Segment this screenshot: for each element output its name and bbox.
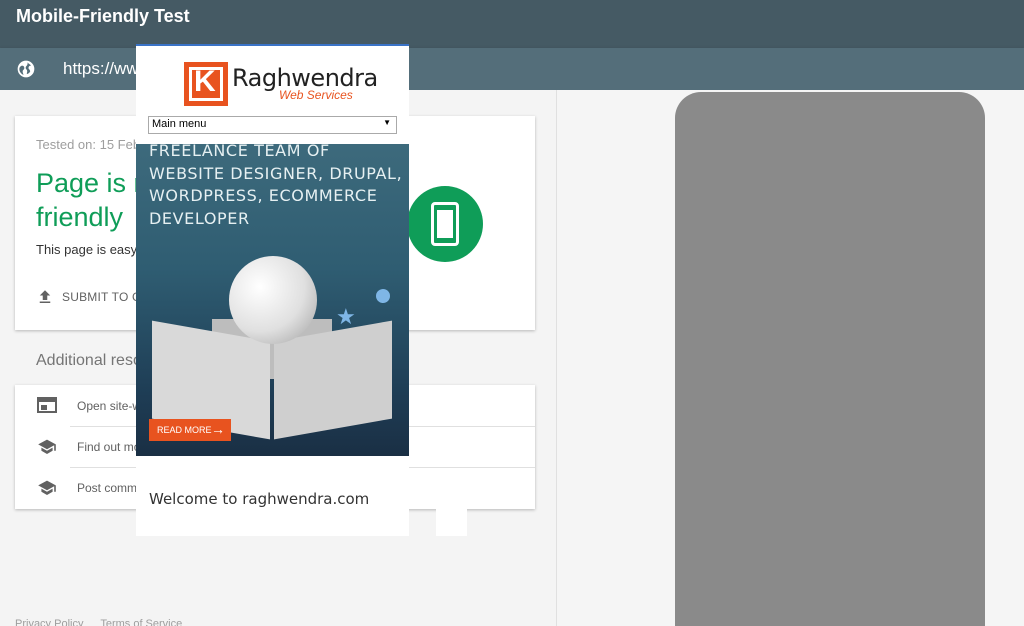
- school-icon: [38, 439, 56, 454]
- read-more-button[interactable]: READ MORE →: [149, 419, 231, 441]
- arrow-right-icon: →: [211, 421, 225, 437]
- site-logo-icon: K: [184, 62, 228, 106]
- app-header: Mobile-Friendly Test: [0, 0, 1024, 48]
- smartphone-icon: [431, 202, 459, 246]
- hero-banner: FREELANCE TEAM OF WEBSITE DESIGNER, DRUP…: [136, 141, 409, 456]
- app-title: Mobile-Friendly Test: [16, 6, 190, 26]
- phone-screen-preview: K Raghwendra Web Services Main menu ▼ FR…: [136, 44, 409, 536]
- preview-pane: [557, 90, 1024, 626]
- read-more-label: READ MORE: [157, 425, 212, 435]
- upload-icon: [39, 290, 51, 303]
- decor-dot: [376, 289, 390, 303]
- globe-icon: [17, 60, 35, 78]
- dropdown-arrow-icon: ▼: [383, 118, 391, 127]
- phone-frame: [675, 92, 985, 626]
- main-menu-value: Main menu: [152, 118, 207, 130]
- background-patch: [436, 472, 467, 536]
- web-design-globe-image: [229, 256, 317, 344]
- terms-of-service-link[interactable]: Terms of Service: [100, 618, 182, 626]
- site-logo-subtitle: Web Services: [279, 88, 353, 102]
- footer-links: Privacy Policy Terms of Service: [15, 618, 196, 626]
- school-icon: [38, 480, 56, 495]
- hero-headline: FREELANCE TEAM OF WEBSITE DESIGNER, DRUP…: [149, 141, 403, 228]
- privacy-policy-link[interactable]: Privacy Policy: [15, 618, 83, 626]
- welcome-heading: Welcome to raghwendra.com: [149, 490, 370, 508]
- report-icon: [37, 397, 57, 413]
- main-menu-select[interactable]: Main menu ▼: [148, 116, 397, 134]
- mobile-friendly-badge: [407, 186, 483, 262]
